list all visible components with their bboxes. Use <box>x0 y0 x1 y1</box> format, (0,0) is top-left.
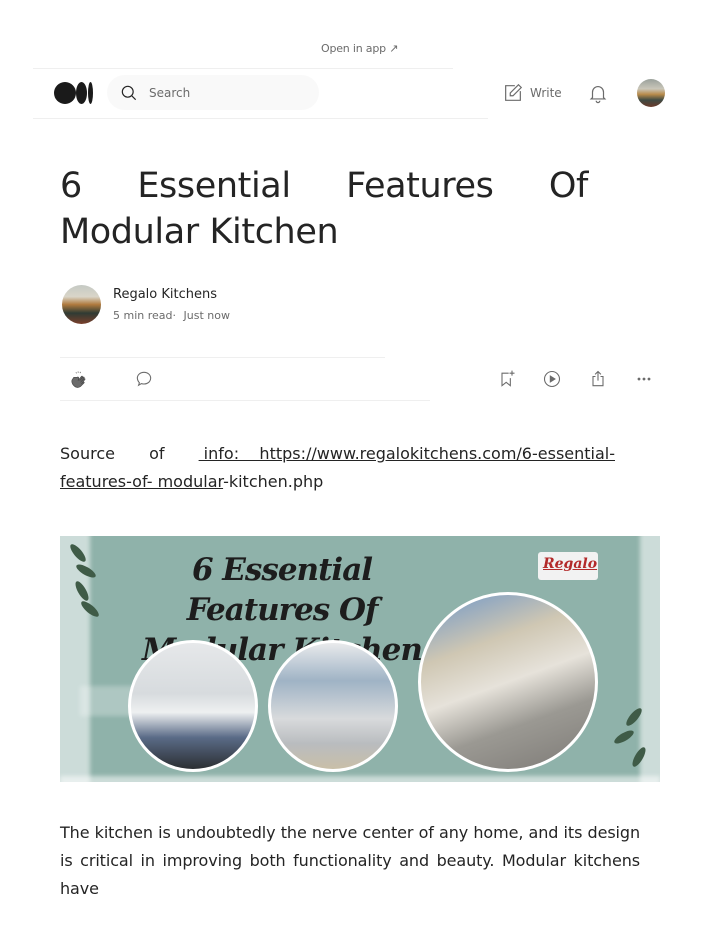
divider <box>33 118 488 119</box>
read-time: 5 min read· <box>113 309 177 322</box>
listen-button[interactable] <box>541 368 563 390</box>
kitchen-photo <box>268 640 398 772</box>
bookmark-button[interactable] <box>496 368 518 390</box>
search-input[interactable] <box>149 85 299 100</box>
kitchen-photo <box>418 592 598 772</box>
divider <box>60 357 385 358</box>
more-button[interactable] <box>633 368 655 390</box>
article-meta: 5 min read· Just now <box>113 309 234 322</box>
avatar[interactable] <box>637 79 665 107</box>
author-name[interactable]: Regalo Kitchens <box>113 287 217 302</box>
clap-icon <box>71 371 86 388</box>
write-icon <box>505 83 523 101</box>
share-icon <box>592 370 604 387</box>
author-avatar[interactable] <box>62 285 101 324</box>
title-line-2: Modular Kitchen <box>60 212 339 252</box>
title-word: Of <box>548 166 588 206</box>
divider <box>33 68 453 69</box>
title-word: Essential <box>137 166 291 206</box>
write-label: Write <box>530 86 562 100</box>
play-icon <box>543 370 561 388</box>
article-body: The kitchen is undoubtedly the nerve cen… <box>60 823 640 898</box>
search-icon <box>121 85 137 100</box>
publish-time: Just now <box>183 309 230 322</box>
hero-image: 6 Essential Features Of Modular Kitchen … <box>60 536 660 782</box>
hero-title-line: 6 Essential Features Of <box>186 552 379 628</box>
source-link-continued[interactable]: features-of- modular <box>60 472 223 491</box>
divider <box>60 400 430 401</box>
comment-icon <box>136 371 152 387</box>
kitchen-photo <box>128 640 258 772</box>
source-link[interactable]: info: https://www.regalokitchens.com/6-e… <box>199 440 615 468</box>
more-icon <box>637 377 651 381</box>
search-bar[interactable] <box>107 75 319 110</box>
title-word: 6 <box>60 166 82 206</box>
source-word: Source <box>60 444 115 463</box>
source-paragraph: Source of info: https://www.regalokitche… <box>60 440 615 496</box>
source-word: of <box>149 444 165 463</box>
write-button[interactable]: Write <box>502 82 562 104</box>
comment-button[interactable] <box>133 368 155 390</box>
bell-icon[interactable] <box>587 82 609 104</box>
share-button[interactable] <box>587 368 609 390</box>
article-title: 6 Essential Features Of Modular Kitchen <box>60 163 588 255</box>
title-word: Features <box>346 166 494 206</box>
source-link-tail: -kitchen.php <box>223 472 324 491</box>
brand-logo: Regalo <box>538 552 598 580</box>
bookmark-add-icon <box>501 370 515 387</box>
medium-logo[interactable] <box>54 82 96 106</box>
clap-button[interactable] <box>67 368 89 390</box>
open-in-app-link[interactable]: Open in app ↗ <box>321 42 398 55</box>
